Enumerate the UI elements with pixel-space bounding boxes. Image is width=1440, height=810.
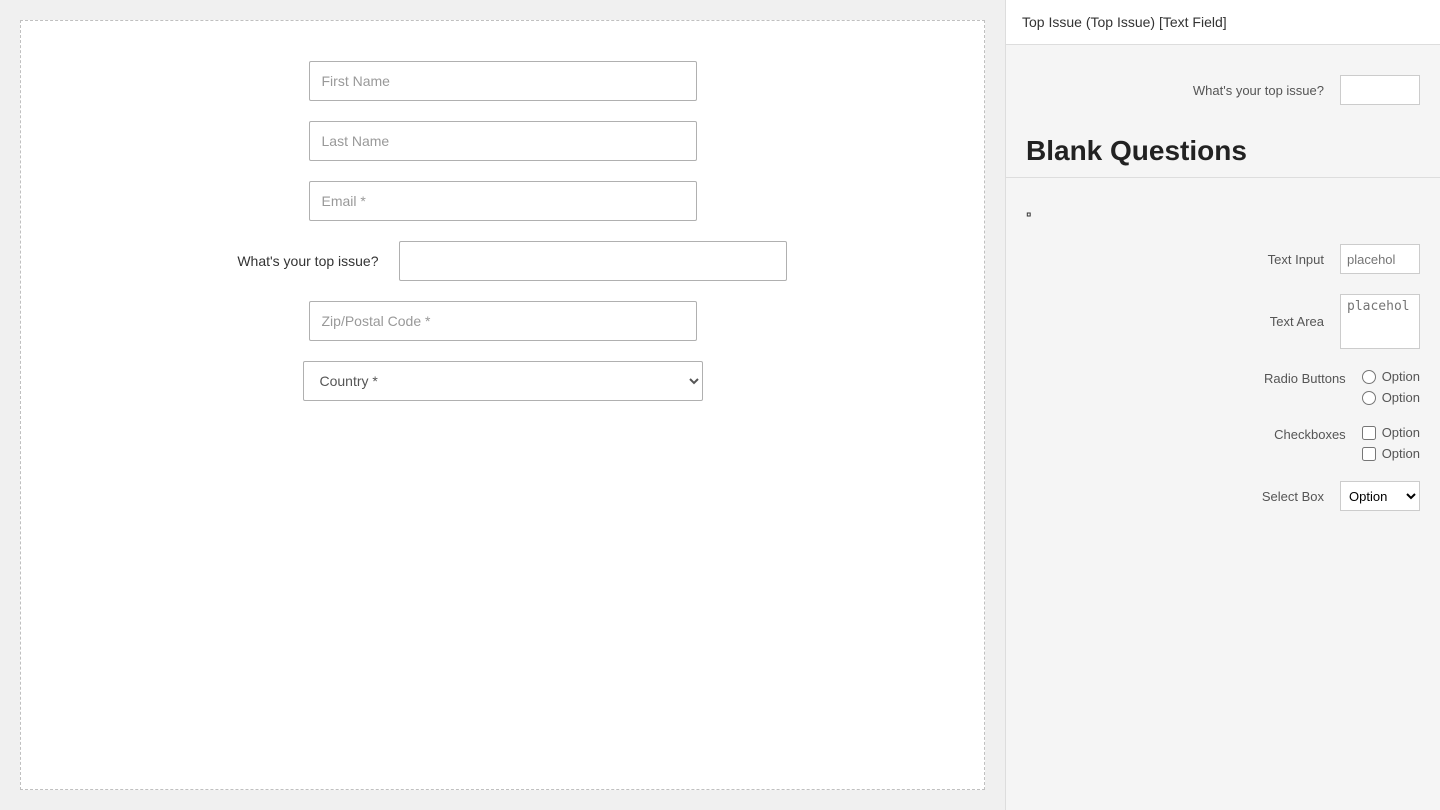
- radio-option-1-label: Option: [1382, 369, 1420, 384]
- zip-input[interactable]: [309, 301, 697, 341]
- first-name-input[interactable]: [309, 61, 697, 101]
- radio-option-1[interactable]: Option: [1362, 369, 1420, 384]
- right-radio-row: Radio Buttons Option Option: [1006, 359, 1440, 415]
- country-select[interactable]: Country * United States Canada United Ki…: [303, 361, 703, 401]
- country-row: Country * United States Canada United Ki…: [21, 361, 984, 401]
- right-top-issue-label: What's your top issue?: [1193, 83, 1324, 98]
- right-top-issue-input[interactable]: [1340, 75, 1420, 105]
- right-text-input-label: Text Input: [1268, 252, 1324, 267]
- radio-option-2[interactable]: Option: [1362, 390, 1420, 405]
- right-select-input[interactable]: Option: [1340, 481, 1420, 511]
- checkbox-option-1[interactable]: Option: [1362, 425, 1420, 440]
- right-select-label: Select Box: [1262, 489, 1324, 504]
- checkbox-input-2[interactable]: [1362, 447, 1376, 461]
- right-checkbox-label: Checkboxes: [1274, 425, 1346, 442]
- right-text-area[interactable]: [1340, 294, 1420, 349]
- zip-row: [21, 301, 984, 341]
- right-panel: Top Issue (Top Issue) [Text Field] What'…: [1005, 0, 1440, 810]
- checkbox-group: Option Option: [1362, 425, 1420, 461]
- right-checkbox-row: Checkboxes Option Option: [1006, 415, 1440, 471]
- right-panel-content: What's your top issue? Blank Questions ⬞…: [1006, 45, 1440, 541]
- right-top-issue-row: What's your top issue?: [1006, 65, 1440, 115]
- checkbox-input-1[interactable]: [1362, 426, 1376, 440]
- left-panel: What's your top issue? Country * United …: [0, 0, 1005, 810]
- divider: [1006, 177, 1440, 178]
- last-name-input[interactable]: [309, 121, 697, 161]
- cursor-icon: ⬞: [1026, 203, 1031, 226]
- top-issue-input[interactable]: [399, 241, 787, 281]
- right-panel-header: Top Issue (Top Issue) [Text Field]: [1006, 0, 1440, 45]
- form-container: What's your top issue? Country * United …: [20, 20, 985, 790]
- top-issue-row: What's your top issue?: [21, 241, 984, 281]
- right-text-input[interactable]: [1340, 244, 1420, 274]
- blank-questions-heading: Blank Questions: [1026, 135, 1247, 166]
- checkbox-option-2[interactable]: Option: [1362, 446, 1420, 461]
- checkbox-option-2-label: Option: [1382, 446, 1420, 461]
- last-name-row: [21, 121, 984, 161]
- first-name-row: [21, 61, 984, 101]
- right-select-row: Select Box Option: [1006, 471, 1440, 521]
- radio-input-2[interactable]: [1362, 391, 1376, 405]
- cursor-area: ⬞: [1006, 194, 1440, 234]
- radio-option-2-label: Option: [1382, 390, 1420, 405]
- email-row: [21, 181, 984, 221]
- radio-group: Option Option: [1362, 369, 1420, 405]
- right-text-area-label: Text Area: [1270, 314, 1324, 329]
- checkbox-option-1-label: Option: [1382, 425, 1420, 440]
- radio-input-1[interactable]: [1362, 370, 1376, 384]
- email-input[interactable]: [309, 181, 697, 221]
- right-radio-label: Radio Buttons: [1264, 369, 1346, 386]
- right-text-area-row: Text Area: [1006, 284, 1440, 359]
- blank-questions-title: Blank Questions: [1006, 115, 1440, 177]
- right-text-input-row: Text Input: [1006, 234, 1440, 284]
- top-issue-label: What's your top issue?: [219, 253, 379, 269]
- right-header-text: Top Issue (Top Issue) [Text Field]: [1022, 14, 1227, 30]
